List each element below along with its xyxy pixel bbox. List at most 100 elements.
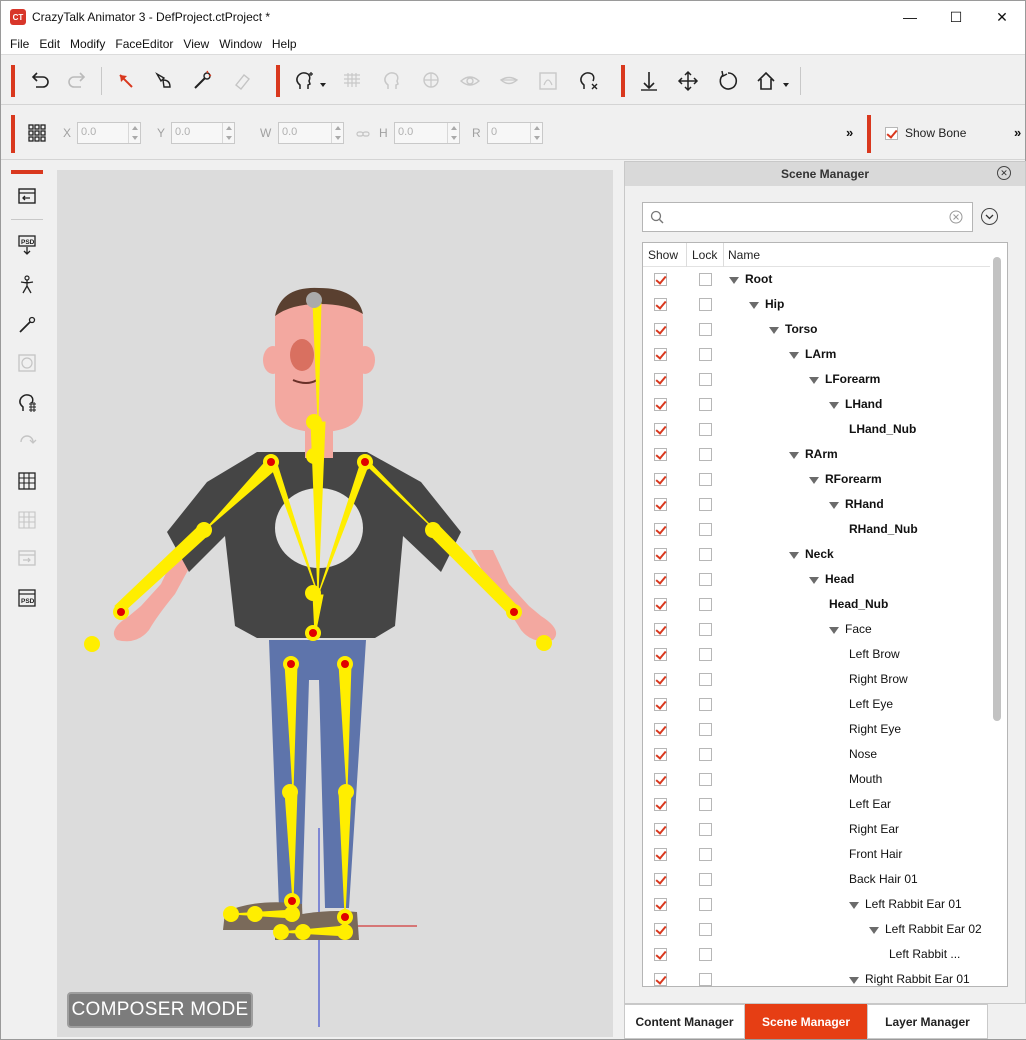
lock-checkbox[interactable] [699,373,712,386]
maximize-button[interactable]: ☐ [933,1,979,33]
move-icon[interactable] [674,67,702,95]
r-field[interactable]: 0 [487,122,543,144]
lock-checkbox[interactable] [699,348,712,361]
select-icon[interactable] [112,67,140,95]
tree-row[interactable]: Neck [643,542,990,567]
tree-row[interactable]: Root [643,267,990,292]
lock-checkbox[interactable] [699,973,712,986]
lock-checkbox[interactable] [699,848,712,861]
lock-checkbox[interactable] [699,473,712,486]
reset-face-icon[interactable] [574,67,602,95]
tree-row[interactable]: LHand_Nub [643,417,990,442]
h-field[interactable]: 0.0 [394,122,460,144]
face-icon[interactable] [378,67,406,95]
show-checkbox[interactable] [654,373,667,386]
show-checkbox[interactable] [654,473,667,486]
stage-viewport[interactable]: COMPOSER MODE [57,170,613,1037]
column-name[interactable]: Name [728,248,760,262]
show-checkbox[interactable] [654,898,667,911]
pen-icon[interactable] [13,311,41,339]
deform-icon[interactable] [534,67,562,95]
psd-import-icon[interactable]: PSD [13,231,41,259]
show-bone-checkbox[interactable] [885,127,898,140]
search-input[interactable] [642,202,973,232]
tab-scene-manager[interactable]: Scene Manager [745,1004,867,1039]
lock-checkbox[interactable] [699,623,712,636]
lock-checkbox[interactable] [699,548,712,561]
lock-checkbox[interactable] [699,398,712,411]
show-checkbox[interactable] [654,873,667,886]
head-sprite-icon[interactable] [290,67,318,95]
show-checkbox[interactable] [654,923,667,936]
lock-checkbox[interactable] [699,523,712,536]
tree-row[interactable]: Left Brow [643,642,990,667]
tree-row[interactable]: Right Eye [643,717,990,742]
lock-checkbox[interactable] [699,323,712,336]
show-checkbox[interactable] [654,948,667,961]
expand-arrow-icon[interactable] [769,327,779,334]
show-checkbox[interactable] [654,698,667,711]
lock-checkbox[interactable] [699,873,712,886]
character-canvas[interactable] [57,170,613,1037]
tab-layer-manager[interactable]: Layer Manager [867,1004,988,1039]
tree-row[interactable]: RArm [643,442,990,467]
w-field[interactable]: 0.0 [278,122,344,144]
show-checkbox[interactable] [654,398,667,411]
minimize-button[interactable]: — [887,1,933,33]
tree-row[interactable]: Face [643,617,990,642]
tree-row[interactable]: Hip [643,292,990,317]
close-button[interactable]: ✕ [979,1,1025,33]
expand-arrow-icon[interactable] [869,927,879,934]
close-icon[interactable]: ✕ [997,166,1011,180]
expand-arrow-icon[interactable] [829,402,839,409]
texture-icon[interactable] [13,349,41,377]
show-checkbox[interactable] [654,298,667,311]
rotate-icon[interactable] [714,67,742,95]
tree-row[interactable]: RForearm [643,467,990,492]
lock-checkbox[interactable] [699,773,712,786]
move-down-icon[interactable] [635,67,663,95]
tree-row[interactable]: Right Ear [643,817,990,842]
show-checkbox[interactable] [654,723,667,736]
menu-window[interactable]: Window [214,37,267,51]
face-setup-icon[interactable] [13,389,41,417]
expand-arrow-icon[interactable] [809,477,819,484]
flip-icon[interactable] [13,428,41,456]
tree-row[interactable]: LHand [643,392,990,417]
tree-row[interactable]: Head [643,567,990,592]
lock-checkbox[interactable] [699,898,712,911]
lock-checkbox[interactable] [699,273,712,286]
tree-scrollbar[interactable] [993,257,1001,721]
face-key-icon[interactable] [417,67,445,95]
menu-help[interactable]: Help [267,37,302,51]
lock-checkbox[interactable] [699,598,712,611]
menu-modify[interactable]: Modify [65,37,110,51]
mesh-icon[interactable] [338,67,366,95]
show-checkbox[interactable] [654,448,667,461]
eye-icon[interactable] [456,67,484,95]
lock-checkbox[interactable] [699,498,712,511]
show-checkbox[interactable] [654,323,667,336]
expand-arrow-icon[interactable] [849,977,859,984]
tree-row[interactable]: Right Brow [643,667,990,692]
menu-edit[interactable]: Edit [34,37,65,51]
tree-row[interactable]: Head_Nub [643,592,990,617]
show-checkbox[interactable] [654,748,667,761]
tree-row[interactable]: Mouth [643,767,990,792]
dropdown-arrow-icon[interactable] [320,83,326,87]
composer-mode-badge[interactable]: COMPOSER MODE [67,992,253,1028]
show-checkbox[interactable] [654,423,667,436]
tree-row[interactable]: Left Rabbit ... [643,942,990,967]
tree-row[interactable]: Left Ear [643,792,990,817]
column-lock[interactable]: Lock [692,248,717,262]
lock-checkbox[interactable] [699,448,712,461]
tree-row[interactable]: RHand [643,492,990,517]
menu-file[interactable]: File [5,37,34,51]
show-checkbox[interactable] [654,498,667,511]
show-checkbox[interactable] [654,273,667,286]
export-disabled-icon[interactable] [13,545,41,573]
sprite-grid-icon[interactable] [13,467,41,495]
menu-face-editor[interactable]: FaceEditor [110,37,178,51]
lock-checkbox[interactable] [699,948,712,961]
lock-checkbox[interactable] [699,423,712,436]
